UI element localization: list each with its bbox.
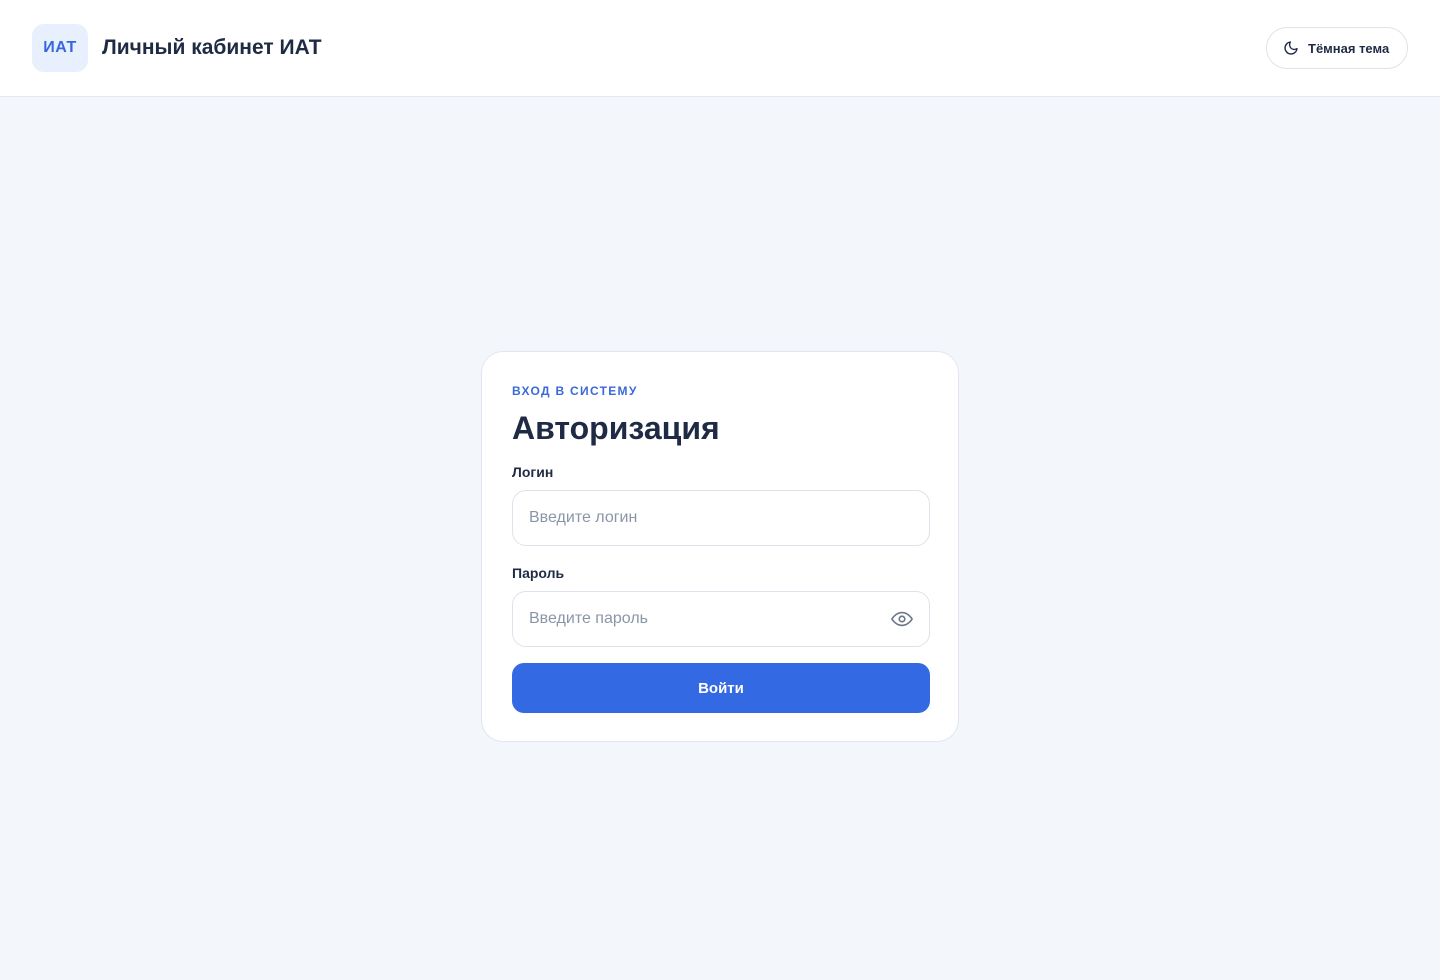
login-title: Авторизация	[512, 410, 720, 446]
login-card: ВХОД В СИСТЕМУ Авторизация Логин Пароль …	[481, 351, 959, 742]
app-title: Личный кабинет ИАТ	[102, 36, 322, 59]
login-input[interactable]	[512, 490, 930, 546]
logo-badge: ИАТ	[32, 24, 88, 72]
top-header: ИАТ Личный кабинет ИАТ Тёмная тема	[0, 0, 1440, 97]
eye-icon[interactable]	[890, 607, 914, 631]
password-input[interactable]	[512, 591, 930, 647]
dark-theme-toggle-button[interactable]: Тёмная тема	[1266, 27, 1408, 69]
password-field-label: Пароль	[512, 565, 565, 581]
logo-text: ИАТ	[43, 39, 77, 56]
login-field-label: Логин	[512, 464, 554, 480]
moon-icon	[1282, 39, 1300, 57]
login-submit-button[interactable]: Войти	[512, 663, 930, 713]
login-kicker: ВХОД В СИСТЕМУ	[512, 384, 638, 398]
dark-theme-toggle-label: Тёмная тема	[1308, 40, 1390, 56]
